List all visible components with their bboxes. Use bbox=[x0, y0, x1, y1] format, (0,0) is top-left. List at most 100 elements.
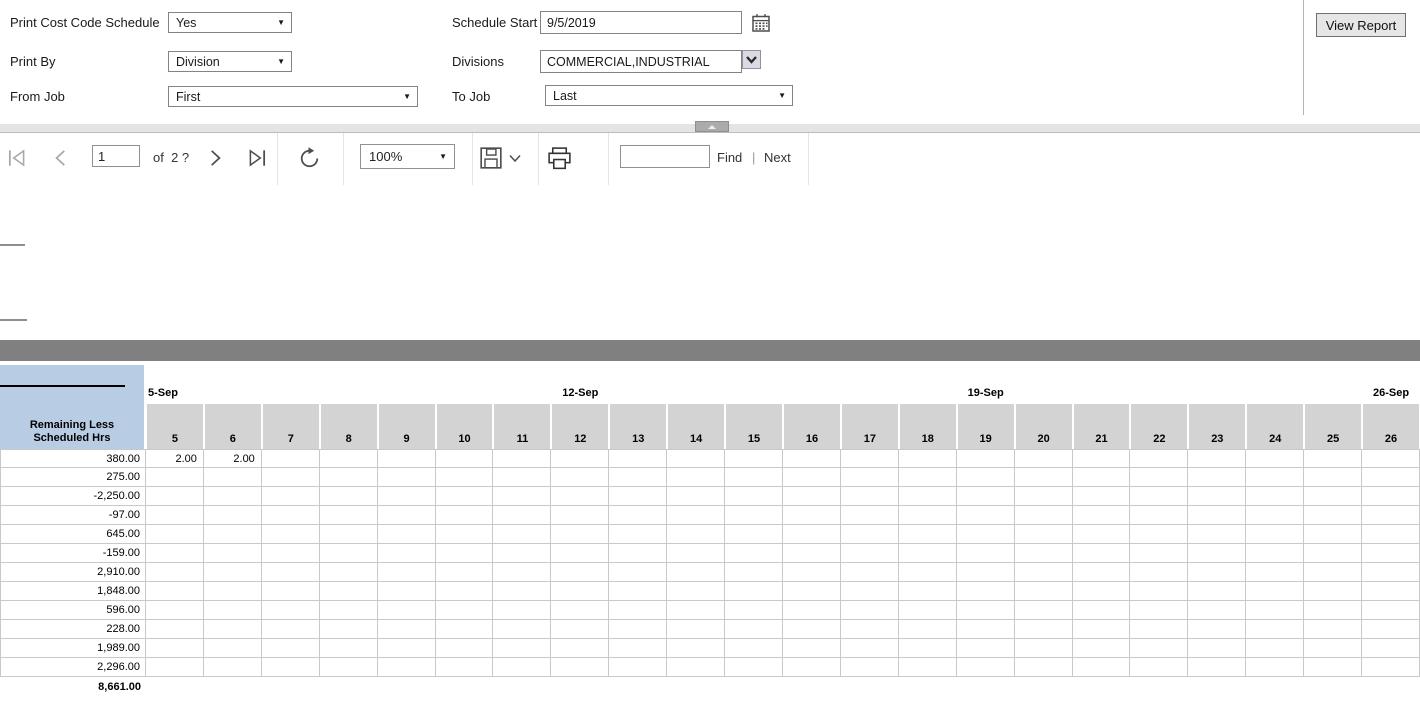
schedule-cell bbox=[1304, 525, 1362, 544]
schedule-cell bbox=[262, 658, 320, 677]
schedule-cell bbox=[146, 563, 204, 582]
collapse-parameters-handle[interactable] bbox=[695, 121, 729, 132]
schedule-cell bbox=[899, 506, 957, 525]
schedule-cell bbox=[146, 582, 204, 601]
schedule-cell bbox=[551, 563, 609, 582]
print-button[interactable] bbox=[546, 146, 573, 171]
week-label bbox=[1073, 365, 1131, 404]
next-page-button[interactable] bbox=[204, 147, 226, 169]
schedule-cell bbox=[1362, 525, 1420, 544]
week-label bbox=[1246, 365, 1304, 404]
schedule-cell bbox=[1246, 525, 1304, 544]
schedule-cell bbox=[262, 620, 320, 639]
to-job-select[interactable]: Last ▼ bbox=[545, 85, 793, 106]
export-button[interactable] bbox=[479, 146, 503, 170]
schedule-cell bbox=[667, 449, 725, 468]
schedule-cell bbox=[1130, 449, 1188, 468]
schedule-cell bbox=[1188, 449, 1246, 468]
schedule-cell bbox=[436, 525, 494, 544]
day-header: 8 bbox=[320, 404, 378, 449]
schedule-cell bbox=[957, 449, 1015, 468]
export-menu-button[interactable] bbox=[508, 153, 522, 164]
week-label bbox=[1188, 365, 1246, 404]
from-job-select[interactable]: First ▼ bbox=[168, 86, 418, 107]
schedule-cell: 2.00 bbox=[146, 449, 204, 468]
schedule-cell bbox=[957, 525, 1015, 544]
schedule-cell bbox=[146, 658, 204, 677]
schedule-cell bbox=[1015, 449, 1073, 468]
find-button[interactable]: Find bbox=[717, 150, 742, 165]
schedule-cell bbox=[1073, 544, 1131, 563]
remaining-hrs-cell: 596.00 bbox=[0, 601, 146, 620]
caret-down-icon: ▼ bbox=[778, 92, 786, 100]
schedule-cell bbox=[1130, 601, 1188, 620]
schedule-cell bbox=[262, 601, 320, 620]
from-job-label: From Job bbox=[10, 89, 65, 104]
schedule-cell bbox=[725, 639, 783, 658]
day-column-header-group: 9 bbox=[378, 365, 436, 449]
schedule-cell bbox=[551, 506, 609, 525]
schedule-cell bbox=[667, 525, 725, 544]
schedule-cell bbox=[204, 544, 262, 563]
day-header: 5 bbox=[146, 404, 204, 449]
calendar-button[interactable] bbox=[751, 13, 771, 33]
last-page-button[interactable] bbox=[246, 147, 268, 169]
day-column-header-group: 22 bbox=[1130, 365, 1188, 449]
schedule-cell bbox=[551, 620, 609, 639]
schedule-cell bbox=[1188, 506, 1246, 525]
schedule-cell bbox=[1362, 468, 1420, 487]
week-label bbox=[493, 365, 551, 404]
week-label: 5-Sep bbox=[146, 365, 204, 404]
previous-page-button[interactable] bbox=[50, 147, 72, 169]
schedule-cell bbox=[957, 468, 1015, 487]
schedule-cell bbox=[1362, 601, 1420, 620]
schedule-cell bbox=[1073, 620, 1131, 639]
schedule-cell bbox=[320, 468, 378, 487]
schedule-cell bbox=[1304, 639, 1362, 658]
schedule-cell bbox=[783, 563, 841, 582]
print-cost-code-schedule-select[interactable]: Yes ▼ bbox=[168, 12, 292, 33]
day-column-header-group: 12-Sep12 bbox=[551, 365, 609, 449]
week-label bbox=[320, 365, 378, 404]
schedule-start-input[interactable] bbox=[540, 11, 742, 34]
divisions-input[interactable] bbox=[540, 50, 742, 73]
schedule-cell bbox=[1188, 487, 1246, 506]
schedule-cell bbox=[320, 639, 378, 658]
report-toolbar: of 2 ? 100% ▼ bbox=[0, 133, 1420, 186]
schedule-cell bbox=[783, 658, 841, 677]
schedule-cell bbox=[262, 487, 320, 506]
zoom-select[interactable]: 100% ▼ bbox=[360, 144, 455, 169]
schedule-cell bbox=[378, 582, 436, 601]
day-header: 17 bbox=[841, 404, 899, 449]
schedule-cell bbox=[146, 525, 204, 544]
schedule-cell bbox=[1304, 601, 1362, 620]
schedule-cell bbox=[204, 658, 262, 677]
schedule-cell bbox=[436, 620, 494, 639]
current-page-input[interactable] bbox=[92, 145, 140, 167]
day-header: 14 bbox=[667, 404, 725, 449]
print-by-select[interactable]: Division ▼ bbox=[168, 51, 292, 72]
find-next-button[interactable]: Next bbox=[764, 150, 791, 165]
remaining-hrs-cell: 1,989.00 bbox=[0, 639, 146, 658]
refresh-button[interactable] bbox=[296, 145, 323, 172]
week-label bbox=[262, 365, 320, 404]
schedule-cell bbox=[204, 620, 262, 639]
schedule-cell bbox=[841, 658, 899, 677]
schedule-cell bbox=[320, 658, 378, 677]
schedule-cell bbox=[725, 544, 783, 563]
day-column-header-group: 19-Sep19 bbox=[957, 365, 1015, 449]
schedule-cell bbox=[957, 563, 1015, 582]
find-input[interactable] bbox=[620, 145, 710, 168]
schedule-start-label: Schedule Start bbox=[452, 15, 537, 30]
schedule-cell bbox=[1246, 487, 1304, 506]
schedule-cell bbox=[1246, 506, 1304, 525]
divisions-dropdown-button[interactable] bbox=[742, 50, 761, 69]
first-page-button[interactable] bbox=[6, 147, 28, 169]
schedule-cell bbox=[957, 544, 1015, 563]
schedule-cell bbox=[609, 544, 667, 563]
schedule-cell bbox=[1130, 506, 1188, 525]
schedule-cell bbox=[1073, 658, 1131, 677]
schedule-cell bbox=[262, 525, 320, 544]
schedule-cell bbox=[320, 449, 378, 468]
view-report-button[interactable]: View Report bbox=[1316, 13, 1406, 37]
